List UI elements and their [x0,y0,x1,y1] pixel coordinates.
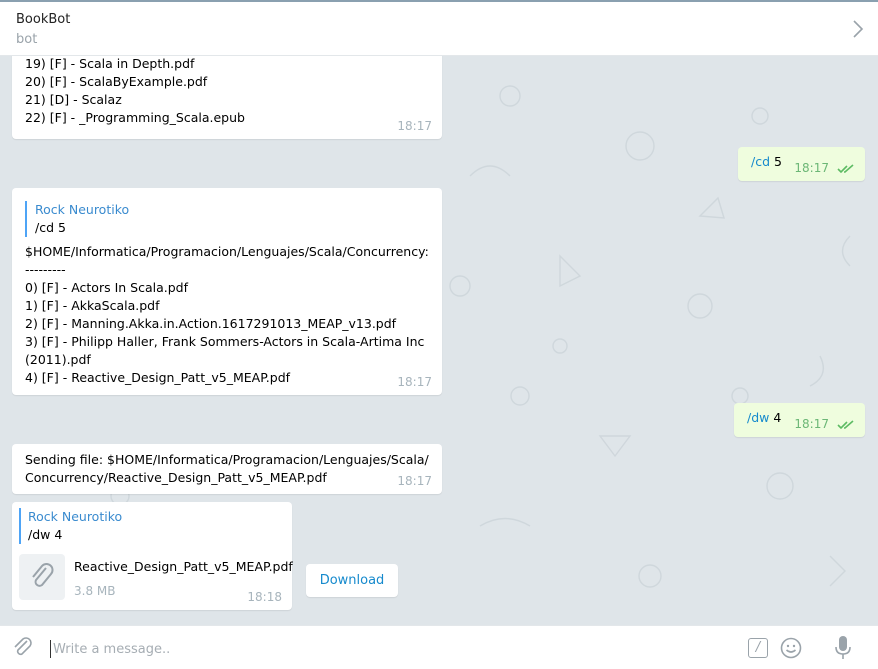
message-input[interactable] [50,640,653,658]
bot-command-link[interactable]: /dw [747,410,769,425]
message-time: 18:17 [794,161,829,175]
message-history[interactable]: 19) [F] - Scala in Depth.pdf 20) [F] - S… [0,56,878,625]
message-line: Sending file: $HOME/Informatica/Programa… [25,452,429,467]
chevron-right-icon[interactable] [852,19,864,39]
microphone-icon[interactable] [834,635,852,661]
bot-command-link[interactable]: /cd [751,154,770,169]
outgoing-message[interactable]: /cd 5 18:17 [738,147,865,181]
file-size: 3.8 MB [74,584,116,598]
incoming-message[interactable]: Rock Neurotiko /cd 5 $HOME/Informatica/P… [12,188,442,395]
message-line: 4) [F] - Reactive_Design_Patt_v5_MEAP.pd… [25,370,291,385]
message-line: 22) [F] - _Programming_Scala.epub [25,110,245,125]
reply-author: Rock Neurotiko [28,509,123,524]
message-time: 18:18 [247,590,282,604]
reply-text: /dw 4 [28,527,63,542]
paperclip-icon[interactable] [12,637,34,659]
outgoing-message[interactable]: /dw 4 18:17 [734,403,865,437]
incoming-message[interactable]: Sending file: $HOME/Informatica/Programa… [12,444,442,494]
message-time: 18:17 [397,375,432,389]
message-line: (2011).pdf [25,352,91,367]
message-line: 3) [F] - Philipp Haller, Frank Sommers-A… [25,334,425,349]
reply-text: /cd 5 [35,220,66,235]
incoming-message[interactable]: 19) [F] - Scala in Depth.pdf 20) [F] - S… [12,56,442,139]
message-time: 18:17 [397,119,432,133]
file-name[interactable]: Reactive_Design_Patt_v5_MEAP.pdf [74,558,293,576]
message-line: 21) [D] - Scalaz [25,92,122,107]
file-thumbnail[interactable] [19,554,65,600]
message-composer: / [0,625,878,669]
double-check-icon [837,420,854,430]
message-line: Concurrency/Reactive_Design_Patt_v5_MEAP… [25,470,327,485]
message-time: 18:17 [794,417,829,431]
message-line: --------- [25,262,66,277]
smiley-icon[interactable] [780,637,802,659]
command-argument: 5 [774,154,782,169]
chat-title[interactable]: BookBot [16,12,70,27]
message-line: 19) [F] - Scala in Depth.pdf [25,56,195,71]
paperclip-icon [32,563,54,587]
command-argument: 4 [773,410,782,425]
message-line: 1) [F] - AkkaScala.pdf [25,298,160,313]
incoming-file-message[interactable]: Rock Neurotiko /dw 4 Reactive_Design_Pat… [12,502,293,610]
reply-quote[interactable]: Rock Neurotiko /dw 4 [19,508,285,544]
double-check-icon [837,164,854,174]
bot-command-icon[interactable]: / [748,638,768,658]
message-line: 0) [F] - Actors In Scala.pdf [25,280,189,295]
message-line: 2) [F] - Manning.Akka.in.Action.16172910… [25,316,397,331]
message-line: 20) [F] - ScalaByExample.pdf [25,74,208,89]
download-button[interactable]: Download [306,564,398,597]
message-line: $HOME/Informatica/Programacion/Lenguajes… [25,244,429,259]
message-time: 18:17 [397,474,432,488]
chat-subtitle: bot [16,32,38,47]
reply-quote[interactable]: Rock Neurotiko /cd 5 [25,201,429,237]
reply-author: Rock Neurotiko [35,202,130,217]
chat-header[interactable]: BookBot bot [0,2,878,56]
